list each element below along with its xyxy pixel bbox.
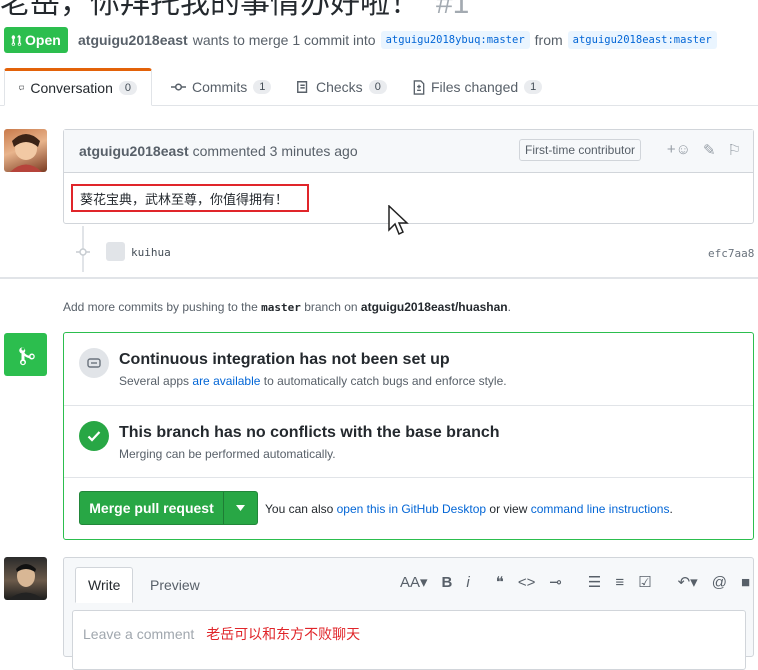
alt-suffix: . bbox=[669, 502, 673, 516]
pr-title: 老岳，你拜托我的事情办好啦！ #1 bbox=[0, 0, 469, 22]
alt-prefix: You can also bbox=[265, 502, 334, 516]
comment-author[interactable]: atguigu2018east bbox=[79, 143, 189, 159]
mouse-cursor-icon bbox=[388, 205, 409, 236]
ci-section: Continuous integration has not been set … bbox=[64, 333, 753, 406]
link-icon[interactable]: ⊸ bbox=[549, 573, 562, 591]
checklist-icon bbox=[297, 81, 308, 93]
reply-icon[interactable]: ↶▾ bbox=[678, 573, 698, 591]
pr-meta: atguigu2018east wants to merge 1 commit … bbox=[78, 31, 717, 49]
comment-time[interactable]: 3 minutes ago bbox=[270, 143, 358, 159]
mention-icon[interactable]: @ bbox=[712, 574, 727, 591]
code-icon[interactable]: <> bbox=[518, 574, 536, 591]
conflicts-status-circle bbox=[79, 421, 109, 451]
tab-conversation[interactable]: Conversation 0 bbox=[4, 68, 152, 106]
commit-icon bbox=[171, 83, 186, 91]
push-note-repo: atguigu2018east/huashan bbox=[360, 300, 508, 314]
tab-counter: 1 bbox=[253, 80, 272, 94]
merge-options-dropdown[interactable] bbox=[224, 492, 257, 524]
command-line-instructions-link[interactable]: command line instructions bbox=[531, 502, 670, 516]
ci-status-circle bbox=[79, 348, 109, 378]
add-reaction-icon[interactable]: +☺ bbox=[667, 141, 691, 159]
first-time-contributor-badge: First-time contributor bbox=[519, 139, 642, 161]
state-badge: Open bbox=[4, 27, 68, 53]
merge-text: wants to merge 1 commit into bbox=[192, 32, 376, 48]
triangle-down-icon bbox=[236, 505, 245, 511]
comment-action: commented bbox=[192, 143, 266, 159]
comment-textarea[interactable]: Leave a comment 老岳可以和东方不败聊天 bbox=[72, 610, 746, 670]
comment-body: 葵花宝典，武林至尊，你值得拥有！ bbox=[71, 184, 309, 212]
ci-sub-prefix: Several apps bbox=[119, 374, 190, 388]
ci-subtitle: Several apps are available to automatica… bbox=[119, 374, 507, 388]
commit-dot-icon bbox=[76, 248, 90, 256]
ci-sub-suffix: to automatically catch bugs and enforce … bbox=[263, 374, 507, 388]
comment-placeholder: Leave a comment bbox=[83, 626, 195, 642]
edit-pencil-icon[interactable]: ✎ bbox=[703, 141, 716, 159]
base-ref[interactable]: atguigu2018ybuq:master bbox=[380, 31, 530, 49]
pr-title-text: 老岳，你拜托我的事情办好啦！ bbox=[0, 0, 420, 20]
tab-label: Commits bbox=[192, 79, 248, 95]
quote-icon[interactable]: ❝ bbox=[496, 573, 504, 591]
commit-message[interactable]: kuihua bbox=[131, 246, 171, 259]
check-icon bbox=[87, 431, 101, 442]
timeline-divider bbox=[0, 277, 758, 279]
pr-author-link[interactable]: atguigu2018east bbox=[78, 32, 188, 48]
available-apps-link[interactable]: are available bbox=[192, 374, 260, 388]
pull-request-icon bbox=[11, 34, 22, 46]
commenter-avatar[interactable] bbox=[4, 129, 47, 172]
ci-alert-icon bbox=[87, 358, 101, 368]
push-note-suffix: . bbox=[507, 300, 511, 314]
tab-checks[interactable]: Checks 0 bbox=[296, 68, 387, 106]
push-note-branch: master bbox=[261, 301, 301, 314]
merge-pull-request-button[interactable]: Merge pull request bbox=[80, 492, 224, 524]
ordered-list-icon[interactable]: ≡ bbox=[615, 574, 624, 591]
bookmark-icon[interactable]: ■ bbox=[741, 574, 750, 591]
current-user-avatar[interactable] bbox=[4, 557, 47, 600]
header-text-icon[interactable]: AA▾ bbox=[400, 573, 428, 591]
tab-label: Files changed bbox=[431, 79, 519, 95]
alt-middle: or view bbox=[489, 502, 528, 516]
markdown-toolbar: AA▾ B i ❝ <> ⊸ ☰ ≡ ☑ ↶▾ @ ■ bbox=[400, 573, 750, 592]
tab-label: Checks bbox=[316, 79, 363, 95]
tab-write[interactable]: Write bbox=[75, 567, 134, 603]
pr-number: #1 bbox=[436, 0, 470, 20]
commit-sha[interactable]: efc7aa8 bbox=[708, 247, 754, 260]
unordered-list-icon[interactable]: ☰ bbox=[588, 573, 601, 591]
conflicts-subtitle: Merging can be performed automatically. bbox=[119, 447, 336, 461]
merge-alternatives: You can also open this in GitHub Desktop… bbox=[265, 502, 673, 516]
task-list-icon[interactable]: ☑ bbox=[638, 573, 651, 591]
ci-title: Continuous integration has not been set … bbox=[119, 351, 450, 368]
github-desktop-link[interactable]: open this in GitHub Desktop bbox=[337, 502, 486, 516]
tab-counter: 0 bbox=[118, 81, 137, 95]
bold-icon[interactable]: B bbox=[442, 574, 453, 591]
from-text: from bbox=[534, 32, 563, 48]
git-merge-icon bbox=[18, 346, 35, 365]
state-label: Open bbox=[25, 32, 61, 48]
tab-files-changed[interactable]: Files changed 1 bbox=[413, 68, 543, 106]
merge-pull-request-button-group: Merge pull request bbox=[79, 491, 258, 525]
tab-commits[interactable]: Commits 1 bbox=[171, 68, 272, 106]
head-ref[interactable]: atguigu2018east:master bbox=[567, 31, 717, 49]
italic-icon[interactable]: i bbox=[466, 574, 469, 591]
push-note-prefix: Add more commits by pushing to the bbox=[63, 300, 258, 314]
merge-status-icon bbox=[4, 333, 47, 376]
merge-box: Continuous integration has not been set … bbox=[63, 332, 754, 540]
file-diff-icon bbox=[413, 79, 425, 95]
conflicts-section: This branch has no conflicts with the ba… bbox=[64, 406, 753, 478]
tab-counter: 0 bbox=[368, 80, 387, 94]
tab-label: Conversation bbox=[30, 80, 113, 96]
conflicts-title: This branch has no conflicts with the ba… bbox=[119, 424, 500, 441]
avatar-face-icon bbox=[8, 564, 44, 600]
comment-actions: +☺ ✎ ⚐ bbox=[667, 141, 741, 159]
push-note-middle: branch on bbox=[304, 300, 358, 314]
push-note: Add more commits by pushing to the maste… bbox=[63, 300, 511, 314]
comment-icon bbox=[19, 85, 25, 91]
avatar-face-icon bbox=[10, 134, 42, 172]
tab-counter: 1 bbox=[524, 80, 543, 94]
commit-author-avatar[interactable] bbox=[106, 242, 125, 261]
tab-preview[interactable]: Preview bbox=[138, 567, 212, 603]
comment-header: atguigu2018east commented 3 minutes ago … bbox=[64, 130, 753, 173]
report-icon[interactable]: ⚐ bbox=[728, 141, 741, 159]
new-comment-box: Write Preview AA▾ B i ❝ <> ⊸ ☰ ≡ ☑ ↶▾ @ … bbox=[63, 557, 754, 670]
comment-typed-text: 老岳可以和东方不败聊天 bbox=[206, 626, 361, 642]
